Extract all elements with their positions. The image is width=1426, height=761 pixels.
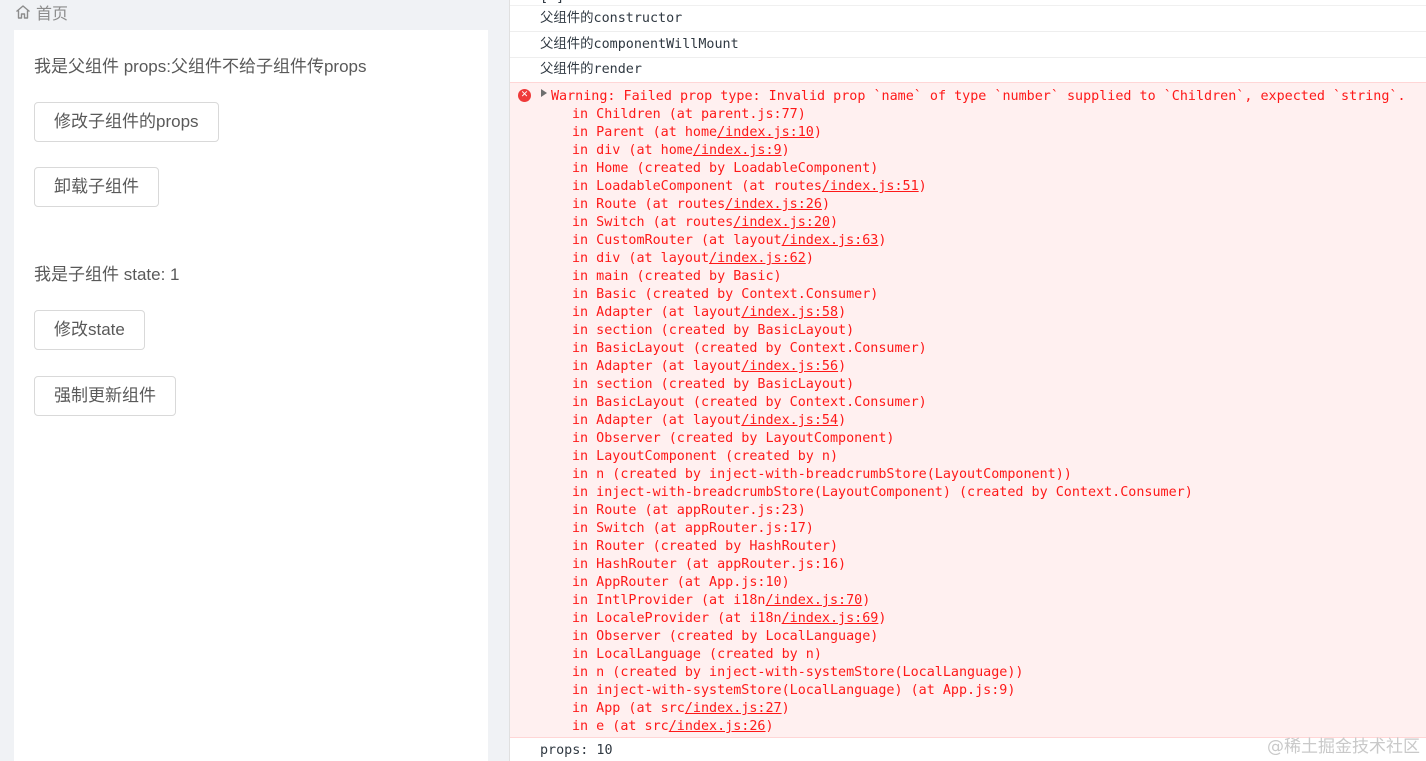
- stack-frame: in Home (created by LoadableComponent): [572, 161, 879, 176]
- stack-frame: in section (created by BasicLayout): [572, 377, 855, 392]
- stack-frame: in LocalLanguage (created by n): [572, 647, 822, 662]
- source-link[interactable]: /index.js:20: [733, 215, 830, 230]
- source-link[interactable]: /index.js:54: [741, 413, 838, 428]
- app-pane: 首页 我是父组件 props:父组件不给子组件传props 修改子组件的prop…: [0, 0, 509, 761]
- stack-frame: in Adapter (at layout/index.js:54): [572, 413, 847, 428]
- console-log-line: 父组件的componentWillMount: [510, 32, 1426, 58]
- source-link[interactable]: /index.js:69: [782, 611, 879, 626]
- source-link[interactable]: /index.js:26: [669, 719, 766, 734]
- source-link[interactable]: /index.js:62: [709, 251, 806, 266]
- watermark: @稀土掘金技术社区: [1267, 737, 1420, 757]
- stack-frame: in IntlProvider (at i18n/index.js:70): [572, 593, 871, 608]
- modify-state-button[interactable]: 修改state: [34, 310, 145, 350]
- stack-frame: in App (at src/index.js:27): [572, 701, 790, 716]
- stack-frame: in HashRouter (at appRouter.js:16): [572, 557, 847, 572]
- modify-child-props-button[interactable]: 修改子组件的props: [34, 102, 219, 142]
- force-update-button[interactable]: 强制更新组件: [34, 376, 176, 416]
- stack-frame: in Adapter (at layout/index.js:58): [572, 305, 847, 320]
- stack-frame: in inject-with-breadcrumbStore(LayoutCom…: [572, 485, 1193, 500]
- stack-frame: in Observer (created by LocalLanguage): [572, 629, 879, 644]
- source-link[interactable]: /index.js:56: [741, 359, 838, 374]
- stack-frame: in Route (at appRouter.js:23): [572, 503, 806, 518]
- stack-frame: in n (created by inject-with-systemStore…: [572, 665, 1024, 680]
- stack-frame: in Adapter (at layout/index.js:56): [572, 359, 847, 374]
- content-card: 我是父组件 props:父组件不给子组件传props 修改子组件的props 卸…: [14, 30, 488, 761]
- console-log-line: 父组件的render: [510, 57, 1426, 83]
- source-link[interactable]: /index.js:26: [725, 197, 822, 212]
- stack-frame: in AppRouter (at App.js:10): [572, 575, 790, 590]
- stack-frame: in Router (created by HashRouter): [572, 539, 839, 554]
- stack-frame: in main (created by Basic): [572, 269, 782, 284]
- source-link[interactable]: /index.js:58: [741, 305, 838, 320]
- breadcrumb[interactable]: 首页: [14, 1, 68, 23]
- child-component-text: 我是子组件 state: 1: [34, 265, 180, 284]
- stack-frame: in CustomRouter (at layout/index.js:63): [572, 233, 887, 248]
- source-link[interactable]: /index.js:70: [765, 593, 862, 608]
- source-link[interactable]: /index.js:51: [822, 179, 919, 194]
- source-link[interactable]: /index.js:9: [693, 143, 782, 158]
- source-link[interactable]: /index.js:10: [717, 125, 814, 140]
- stack-frame: in Switch (at appRouter.js:17): [572, 521, 814, 536]
- stack-frame: in LayoutComponent (created by n): [572, 449, 839, 464]
- stack-frame: in n (created by inject-with-breadcrumbS…: [572, 467, 1072, 482]
- stack-frame: in BasicLayout (created by Context.Consu…: [572, 341, 927, 356]
- devtools-console: [ ] 父组件的constructor 父组件的componentWillMou…: [509, 0, 1426, 761]
- stack-frame: in LoadableComponent (at routes/index.js…: [572, 179, 927, 194]
- stack-frame: in Basic (created by Context.Consumer): [572, 287, 879, 302]
- error-icon: ✕: [518, 89, 531, 102]
- stack-frame: in section (created by BasicLayout): [572, 323, 855, 338]
- stack-frame: in Switch (at routes/index.js:20): [572, 215, 839, 230]
- breadcrumb-label[interactable]: 首页: [36, 0, 68, 24]
- stack-frame: in BasicLayout (created by Context.Consu…: [572, 395, 927, 410]
- unmount-child-button[interactable]: 卸载子组件: [34, 167, 159, 207]
- source-link[interactable]: /index.js:27: [685, 701, 782, 716]
- stack-frame: in div (at home/index.js:9): [572, 143, 790, 158]
- parent-component-text: 我是父组件 props:父组件不给子组件传props: [34, 57, 367, 76]
- home-icon: [14, 3, 32, 21]
- console-error-entry: ✕ Warning: Failed prop type: Invalid pro…: [510, 82, 1426, 738]
- stack-frame: in Route (at routes/index.js:26): [572, 197, 830, 212]
- error-stack-trace: in Children (at parent.js:77) in Parent (…: [572, 106, 1193, 736]
- error-message[interactable]: Warning: Failed prop type: Invalid prop …: [551, 88, 1406, 106]
- source-link[interactable]: /index.js:63: [782, 233, 879, 248]
- stack-frame: in inject-with-systemStore(LocalLanguage…: [572, 683, 1016, 698]
- stack-frame: in Children (at parent.js:77): [572, 107, 806, 122]
- console-log-line: 父组件的constructor: [510, 6, 1426, 32]
- stack-frame: in div (at layout/index.js:62): [572, 251, 814, 266]
- stack-frame: in e (at src/index.js:26): [572, 719, 774, 734]
- stack-frame: in LocaleProvider (at i18n/index.js:69): [572, 611, 887, 626]
- stack-frame: in Parent (at home/index.js:10): [572, 125, 822, 140]
- expand-triangle-icon[interactable]: [541, 89, 547, 97]
- stack-frame: in Observer (created by LayoutComponent): [572, 431, 895, 446]
